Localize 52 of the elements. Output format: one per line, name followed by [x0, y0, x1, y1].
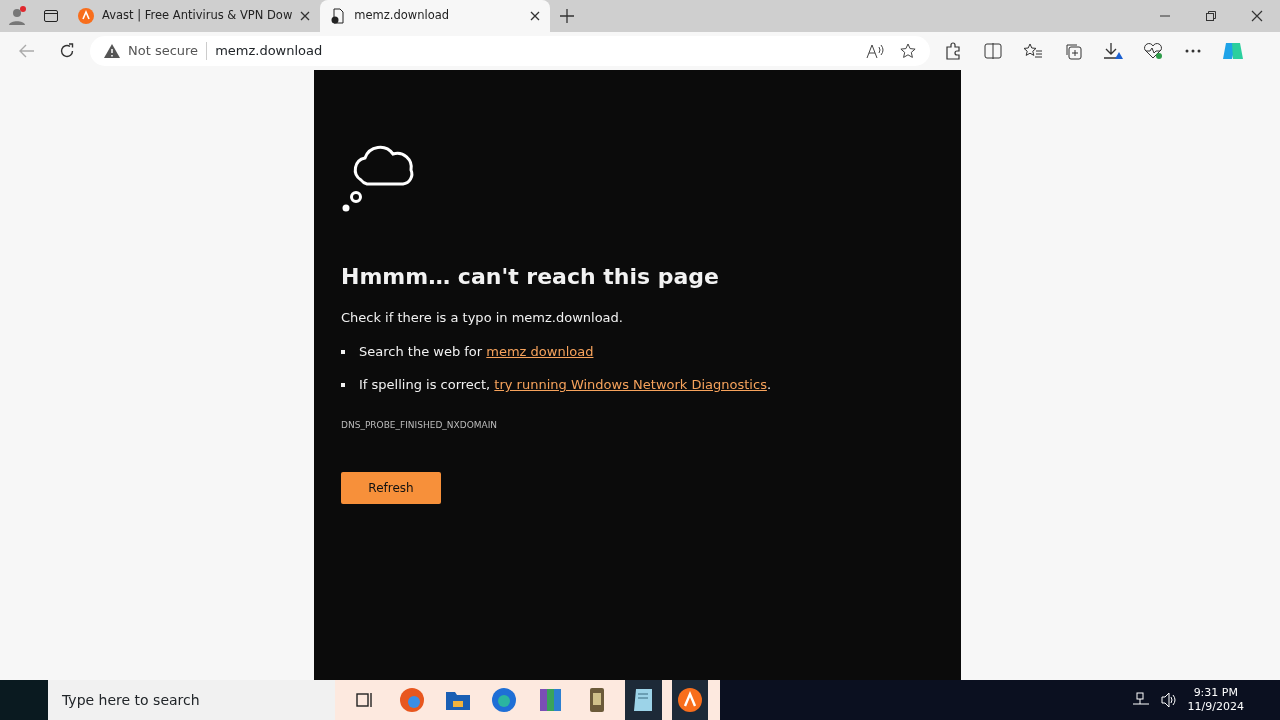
puzzle-icon: [944, 42, 962, 60]
copilot-icon: [1222, 40, 1244, 62]
taskbar-app[interactable]: [625, 680, 662, 720]
star-list-icon: [1023, 43, 1043, 59]
refresh-icon: [59, 43, 75, 59]
browser-tab[interactable]: memz.download: [320, 0, 551, 32]
profile-icon: [7, 6, 27, 26]
error-message: Check if there is a typo in memz.download.: [341, 309, 624, 328]
download-icon: [1103, 42, 1123, 60]
shield-logo-icon: [676, 687, 703, 713]
network-icon[interactable]: [1131, 692, 1150, 708]
refresh-button[interactable]: Refresh: [341, 472, 441, 505]
collections-icon: [1064, 42, 1082, 60]
read-aloud-icon[interactable]: [866, 43, 884, 59]
taskbar-app[interactable]: [671, 680, 708, 720]
bullet-icon: [341, 349, 345, 354]
star-icon[interactable]: [900, 43, 916, 59]
close-icon[interactable]: [300, 11, 311, 21]
address-bar[interactable]: Not secure memz.download: [90, 36, 930, 66]
suggestion-link[interactable]: try running Windows Network Diagnostics: [494, 377, 767, 393]
swirl-logo-icon: [398, 687, 425, 713]
url-text: memz.download: [215, 42, 323, 61]
suggestion-text: If spelling is correct, try running Windows Network Diagnostics.: [359, 376, 772, 395]
window-icon: [43, 8, 59, 24]
security-label[interactable]: Not secure: [128, 41, 199, 61]
bullet-icon: [341, 383, 345, 388]
split-screen-icon: [984, 43, 1002, 59]
more-icon: [1185, 49, 1201, 53]
restore-icon: [1206, 11, 1216, 21]
error-heading: Hmmm… can't reach this page: [341, 264, 721, 291]
taskbar-search-field[interactable]: Type here to search: [48, 680, 335, 720]
globe-logo-icon: [491, 687, 518, 713]
heart-pulse-icon: [1143, 42, 1163, 60]
books-icon: [538, 687, 563, 713]
suggestion-text: Search the web for memz download: [359, 342, 594, 361]
warning-icon: [104, 44, 120, 58]
clock[interactable]: 9:31 PM 11/9/2024: [1187, 685, 1244, 715]
minimize-icon: [1160, 15, 1170, 17]
close-icon: [1251, 10, 1263, 22]
page-error-icon: [330, 8, 347, 24]
error-code: DNS_PROBE_FINISHED_NXDOMAIN: [341, 418, 499, 432]
notepad-icon: [632, 688, 655, 712]
speaker-icon[interactable]: [1159, 692, 1178, 708]
close-icon[interactable]: [530, 11, 541, 21]
shield-logo-icon: [78, 8, 94, 24]
task-view-icon: [356, 691, 375, 709]
browser-tab[interactable]: Avast | Free Antivirus & VPN Dow: [68, 0, 321, 32]
back-arrow-icon: [19, 44, 35, 58]
suggestion-link[interactable]: memz download: [486, 343, 594, 359]
plus-icon: [560, 9, 575, 23]
device-icon: [589, 687, 606, 713]
folder-icon: [444, 689, 471, 711]
